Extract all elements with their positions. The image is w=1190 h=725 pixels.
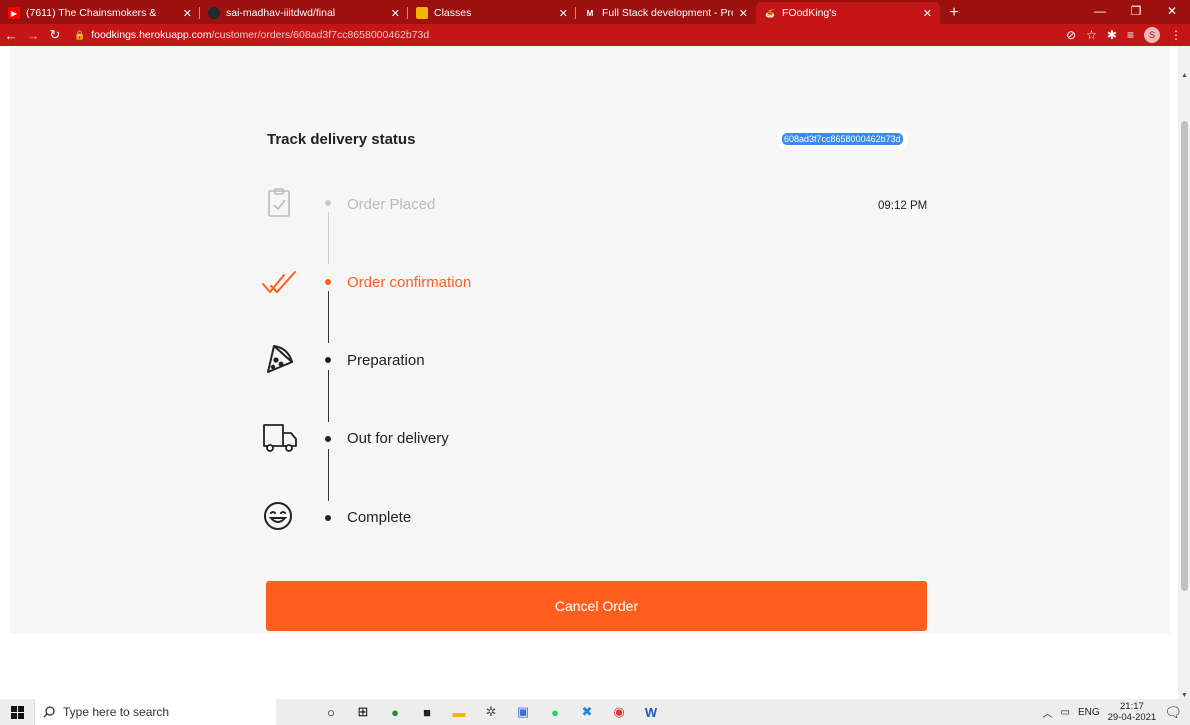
taskbar-search-placeholder: Type here to search (63, 705, 170, 719)
timeline-connector (328, 291, 329, 343)
browser-tab-classes[interactable]: Classes ✕ (408, 2, 576, 24)
menu-kebab-icon[interactable]: ⋮ (1170, 28, 1182, 42)
settings-gear-icon[interactable]: ✲ (482, 703, 500, 721)
page-scrollbar[interactable]: ▲ ▼ (1178, 46, 1190, 699)
profile-avatar[interactable]: S (1144, 27, 1160, 43)
timeline-dot (325, 200, 331, 206)
scroll-down-icon[interactable]: ▼ (1181, 692, 1188, 699)
tray-chevron-up-icon[interactable]: ︿ (1042, 705, 1052, 720)
gmail-icon: M (586, 8, 594, 18)
timeline-connector (328, 370, 329, 422)
system-tray: ︿ ▭ ENG 21:17 29-04-2021 🗨 (1042, 699, 1182, 725)
scroll-up-icon[interactable]: ▲ (1181, 72, 1188, 79)
extensions-puzzle-icon[interactable]: ✱ (1107, 28, 1117, 42)
classroom-icon (416, 7, 428, 19)
cortana-icon[interactable]: ○ (322, 703, 340, 721)
step-label-order-confirmation: Order confirmation (347, 274, 472, 291)
smiley-icon (262, 499, 298, 535)
reading-list-icon[interactable]: ≡ (1127, 28, 1134, 42)
double-check-icon (262, 266, 298, 302)
timeline-dot (325, 279, 331, 285)
close-tab-icon[interactable]: ✕ (183, 7, 192, 20)
forward-icon[interactable]: → (22, 28, 44, 43)
back-icon[interactable]: ← (0, 28, 22, 43)
order-time: 09:12 PM (878, 200, 928, 212)
bookmark-star-icon[interactable]: ☆ (1086, 28, 1097, 42)
vscode-icon[interactable]: ✖ (578, 703, 596, 721)
task-view-icon[interactable]: ⊞ (354, 703, 372, 721)
maximize-icon[interactable]: ❐ (1118, 0, 1154, 24)
taskbar-search[interactable]: Type here to search (34, 699, 276, 725)
browser-tab-strip: ▶ (7611) The Chainsmokers & ✕ sai-madhav… (0, 0, 1190, 24)
tracking-blocked-icon[interactable]: ⊘ (1066, 28, 1076, 42)
tab-title: FOodKing's (782, 7, 837, 19)
reload-icon[interactable]: ↻ (44, 27, 66, 43)
page-footer-space (0, 634, 1190, 699)
timeline-dot (325, 515, 331, 521)
close-tab-icon[interactable]: ✕ (739, 7, 748, 20)
timeline-dot (325, 436, 331, 442)
tab-title: (7611) The Chainsmokers & (26, 7, 157, 19)
url-host: foodkings.herokuapp.com (91, 29, 212, 41)
browser-tab-youtube[interactable]: ▶ (7611) The Chainsmokers & ✕ (0, 2, 200, 24)
minimize-icon[interactable]: — (1082, 0, 1118, 24)
close-tab-icon[interactable]: ✕ (923, 7, 932, 20)
language-indicator[interactable]: ENG (1078, 707, 1100, 718)
chrome-icon[interactable]: ◉ (610, 703, 628, 721)
lock-icon: 🔒 (74, 29, 86, 40)
cancel-order-button[interactable]: Cancel Order (266, 581, 927, 631)
word-icon[interactable]: W (642, 703, 660, 721)
url-path: /customer/orders/608ad3f7cc8658000462b73… (211, 29, 430, 41)
notifications-icon[interactable]: 🗨 (1164, 704, 1182, 721)
step-label-complete: Complete (347, 509, 412, 526)
github-icon (208, 7, 220, 19)
tab-title: Full Stack development - Project (602, 7, 733, 19)
order-id-badge[interactable]: 608ad3f7cc8658000462b73d (782, 133, 903, 145)
toolbar-icons: ⊘ ☆ ✱ ≡ S ⋮ (1066, 24, 1182, 46)
app-blue-icon[interactable]: ▣ (514, 703, 532, 721)
close-tab-icon[interactable]: ✕ (391, 7, 400, 20)
taskbar-clock[interactable]: 21:17 29-04-2021 (1108, 701, 1157, 723)
youtube-icon: ▶ (8, 7, 20, 19)
tab-title: Classes (434, 7, 472, 19)
page-title: Track delivery status (267, 131, 416, 148)
step-label-out-for-delivery: Out for delivery (347, 430, 449, 447)
timeline-dot (325, 357, 331, 363)
whatsapp-icon[interactable]: ● (546, 703, 564, 721)
close-tab-icon[interactable]: ✕ (559, 7, 568, 20)
scrollbar-thumb[interactable] (1181, 121, 1188, 591)
clipboard-check-icon (262, 186, 298, 222)
timeline-connector (328, 212, 329, 264)
search-icon (43, 706, 55, 718)
browser-tab-github[interactable]: sai-madhav-iiitdwd/final ✕ (200, 2, 408, 24)
browser-tab-foodkings[interactable]: 🍝 FOodKing's ✕ (756, 2, 940, 24)
timeline-connector (328, 449, 329, 501)
delivery-truck-icon (262, 420, 298, 456)
clock-time: 21:17 (1120, 701, 1144, 712)
new-tab-button[interactable]: + (940, 2, 968, 24)
close-window-icon[interactable]: ✕ (1154, 0, 1190, 24)
windows-start-icon[interactable] (0, 699, 34, 725)
address-bar-row: ← → ↻ 🔒 foodkings.herokuapp.com/customer… (0, 24, 1190, 46)
terminal-icon[interactable]: ■ (418, 703, 436, 721)
pizza-slice-icon (262, 342, 298, 378)
order-status-section (10, 46, 1170, 634)
windows-taskbar: Type here to search ○ ⊞ ● ■ ▬ ✲ ▣ ● ✖ ◉ … (0, 699, 1190, 725)
clock-date: 29-04-2021 (1107, 712, 1157, 723)
step-label-preparation: Preparation (347, 352, 425, 369)
foodkings-icon: 🍝 (765, 8, 775, 18)
taskbar-apps: ○ ⊞ ● ■ ▬ ✲ ▣ ● ✖ ◉ W (322, 699, 660, 725)
url-field[interactable]: 🔒 foodkings.herokuapp.com/customer/order… (74, 26, 974, 44)
tab-title: sai-madhav-iiitdwd/final (226, 7, 336, 19)
window-controls: — ❐ ✕ (1082, 0, 1190, 24)
browser-tab-gmail[interactable]: M Full Stack development - Project ✕ (576, 2, 756, 24)
battery-icon[interactable]: ▭ (1060, 707, 1069, 718)
step-label-order-placed: Order Placed (347, 196, 436, 213)
file-explorer-icon[interactable]: ▬ (450, 703, 468, 721)
app-green-icon[interactable]: ● (386, 703, 404, 721)
